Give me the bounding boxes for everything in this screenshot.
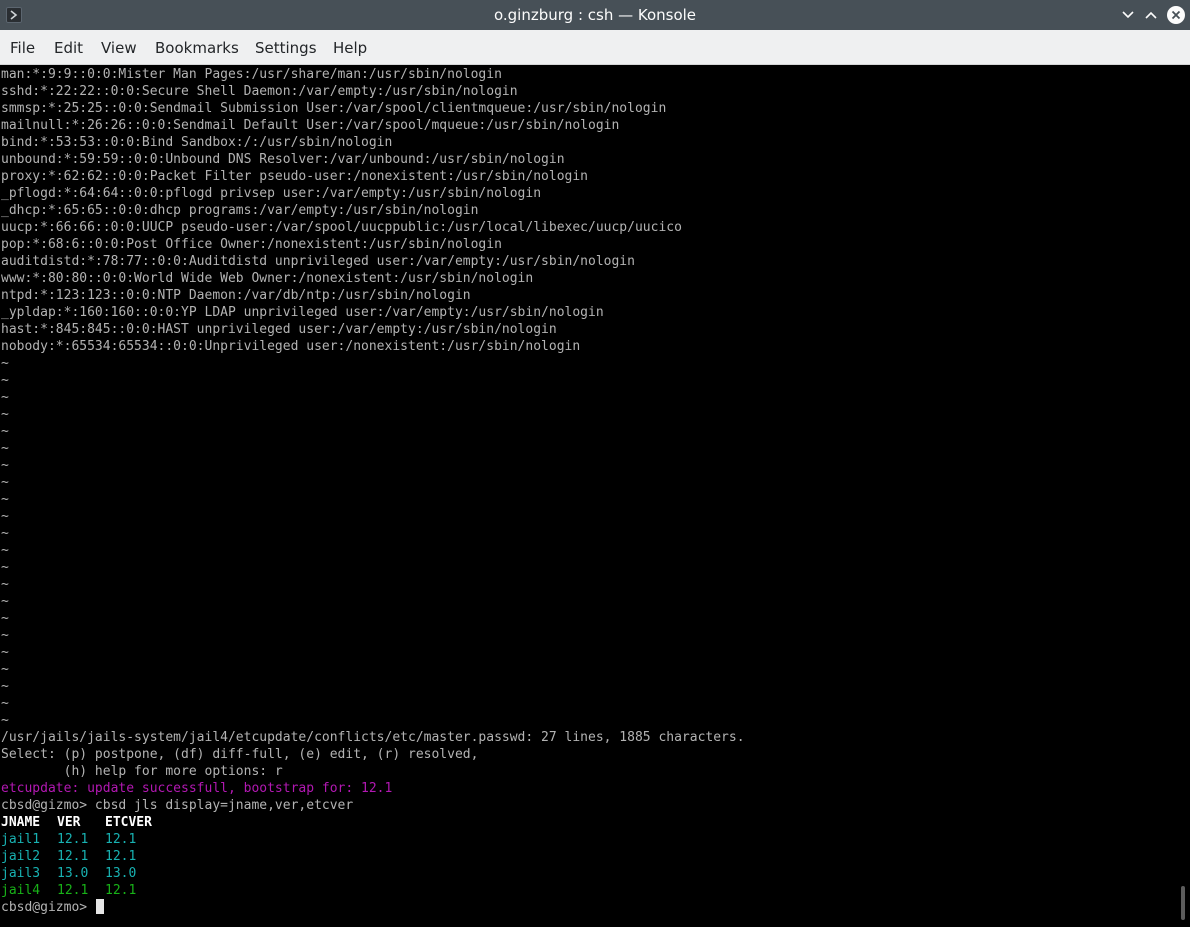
shell-prompt: cbsd@gizmo>: [1, 900, 95, 915]
vi-empty-line-marker: ~: [1, 696, 9, 711]
vi-empty-line-marker: ~: [1, 713, 9, 728]
maximize-button[interactable]: [1143, 7, 1159, 23]
menu-settings[interactable]: Settings: [255, 30, 317, 66]
file-line: _pflogd:*:64:64::0:0:pflogd privsep user…: [1, 186, 542, 201]
command-line: cbsd@gizmo> cbsd jls display=jname,ver,e…: [1, 798, 354, 813]
file-line: _ypldap:*:160:160::0:0:YP LDAP unprivile…: [1, 305, 604, 320]
etcupdate-select-prompt: Select: (p) postpone, (df) diff-full, (e…: [1, 747, 479, 762]
cell-ver: 13.0: [57, 866, 89, 881]
vi-empty-line-marker: ~: [1, 373, 9, 388]
vi-empty-line-marker: ~: [1, 492, 9, 507]
vi-empty-line-marker: ~: [1, 645, 9, 660]
file-line: unbound:*:59:59::0:0:Unbound DNS Resolve…: [1, 152, 565, 167]
close-button[interactable]: [1167, 6, 1185, 24]
file-line: proxy:*:62:62::0:0:Packet Filter pseudo-…: [1, 169, 588, 184]
vi-empty-line-marker: ~: [1, 390, 9, 405]
terminal-area[interactable]: man:*:9:9::0:0:Mister Man Pages:/usr/sha…: [0, 66, 1176, 927]
vi-empty-line-marker: ~: [1, 526, 9, 541]
vi-empty-line-marker: ~: [1, 441, 9, 456]
minimize-button[interactable]: [1120, 7, 1136, 23]
file-line: _dhcp:*:65:65::0:0:dhcp programs:/var/em…: [1, 203, 479, 218]
file-line: bind:*:53:53::0:0:Bind Sandbox:/:/usr/sb…: [1, 135, 393, 150]
file-line: ntpd:*:123:123::0:0:NTP Daemon:/var/db/n…: [1, 288, 471, 303]
close-icon: [1171, 10, 1181, 20]
cell-jname: jail4: [1, 883, 41, 898]
file-line: mailnull:*:26:26::0:0:Sendmail Default U…: [1, 118, 620, 133]
column-header-ver: VER: [57, 815, 81, 830]
table-header-row: JNAME VER ETCVER: [1, 814, 301, 831]
file-line: auditdistd:*:78:77::0:0:Auditdistd unpri…: [1, 254, 635, 269]
vi-empty-line-marker: ~: [1, 577, 9, 592]
terminal-scrollbar[interactable]: [1176, 66, 1190, 927]
table-row: jail4 12.1 12.1: [1, 882, 301, 899]
prompt-line[interactable]: cbsd@gizmo>: [1, 899, 104, 916]
table-row: jail2 12.1 12.1: [1, 848, 301, 865]
file-line: sshd:*:22:22::0:0:Secure Shell Daemon:/v…: [1, 84, 518, 99]
vi-empty-line-marker: ~: [1, 458, 9, 473]
vi-empty-line-marker: ~: [1, 356, 9, 371]
chevron-down-icon: [1122, 11, 1134, 19]
cell-etcver: 12.1: [105, 832, 137, 847]
scrollbar-thumb[interactable]: [1181, 886, 1185, 920]
menu-view[interactable]: View: [101, 30, 137, 66]
etcupdate-help-prompt: (h) help for more options: r: [1, 764, 283, 779]
cell-etcver: 12.1: [105, 883, 137, 898]
menu-file[interactable]: File: [10, 30, 35, 66]
table-row: jail1 12.1 12.1: [1, 831, 301, 848]
cell-ver: 12.1: [57, 883, 89, 898]
file-line: man:*:9:9::0:0:Mister Man Pages:/usr/sha…: [1, 67, 502, 82]
vi-empty-line-marker: ~: [1, 594, 9, 609]
menu-bookmarks[interactable]: Bookmarks: [155, 30, 239, 66]
cell-jname: jail2: [1, 849, 41, 864]
vi-empty-line-marker: ~: [1, 509, 9, 524]
table-row: jail3 13.0 13.0: [1, 865, 301, 882]
menu-help[interactable]: Help: [333, 30, 367, 66]
vi-empty-line-marker: ~: [1, 543, 9, 558]
title-bar: o.ginzburg : csh — Konsole: [0, 0, 1190, 30]
vi-status-line: /usr/jails/jails-system/jail4/etcupdate/…: [1, 730, 745, 745]
vi-empty-line-marker: ~: [1, 407, 9, 422]
cell-etcver: 13.0: [105, 866, 137, 881]
vi-empty-line-marker: ~: [1, 560, 9, 575]
cell-jname: jail3: [1, 866, 41, 881]
chevron-up-icon: [1145, 11, 1157, 19]
file-line: smmsp:*:25:25::0:0:Sendmail Submission U…: [1, 101, 667, 116]
cell-etcver: 12.1: [105, 849, 137, 864]
vi-empty-line-marker: ~: [1, 628, 9, 643]
vi-empty-line-marker: ~: [1, 424, 9, 439]
vi-empty-line-marker: ~: [1, 611, 9, 626]
window-title: o.ginzburg : csh — Konsole: [493, 6, 697, 24]
file-line: nobody:*:65534:65534::0:0:Unprivileged u…: [1, 339, 581, 354]
text-cursor: [95, 899, 104, 914]
cell-ver: 12.1: [57, 849, 89, 864]
etcupdate-message: etcupdate: update successfull, bootstrap…: [1, 781, 393, 796]
column-header-jname: JNAME: [1, 815, 41, 830]
vi-empty-line-marker: ~: [1, 662, 9, 677]
menu-edit[interactable]: Edit: [54, 30, 83, 66]
vi-empty-line-marker: ~: [1, 679, 9, 694]
vi-empty-line-marker: ~: [1, 475, 9, 490]
cell-ver: 12.1: [57, 832, 89, 847]
cell-jname: jail1: [1, 832, 41, 847]
menu-bar: File Edit View Bookmarks Settings Help: [0, 30, 1190, 65]
column-header-etcver: ETCVER: [105, 815, 152, 830]
file-line: uucp:*:66:66::0:0:UUCP pseudo-user:/var/…: [1, 220, 682, 235]
file-line: pop:*:68:6::0:0:Post Office Owner:/nonex…: [1, 237, 502, 252]
file-line: www:*:80:80::0:0:World Wide Web Owner:/n…: [1, 271, 534, 286]
file-line: hast:*:845:845::0:0:HAST unprivileged us…: [1, 322, 557, 337]
